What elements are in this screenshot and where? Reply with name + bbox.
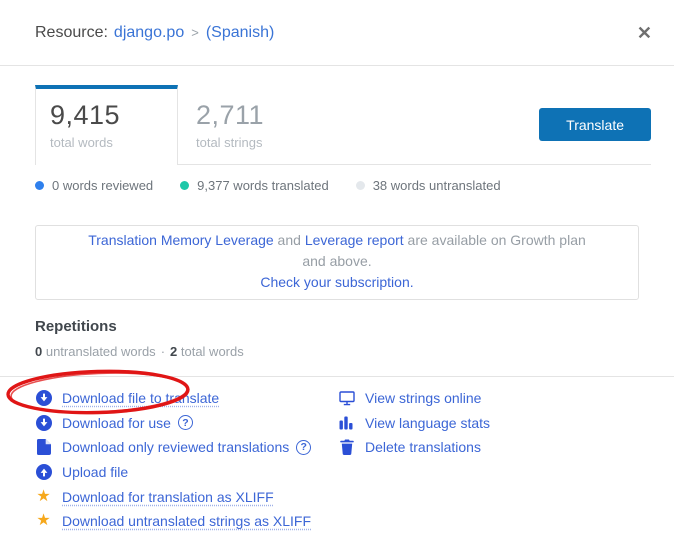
tm-leverage-link[interactable]: Translation Memory Leverage <box>88 232 273 248</box>
stats-tab-row: 9,415 total words 2,711 total strings Tr… <box>35 85 651 165</box>
total-strings-value: 2,711 <box>196 100 321 131</box>
leverage-report-link[interactable]: Leverage report <box>305 232 404 248</box>
help-tooltip-icon[interactable]: ? <box>296 440 311 455</box>
action-label: Upload file <box>62 464 128 480</box>
resource-modal: Resource: django.po > (Spanish) ✕ 9,415 … <box>0 0 674 536</box>
trash-icon <box>338 439 355 455</box>
upload-file-link[interactable]: Upload file <box>35 460 338 485</box>
actions-right-column: View strings online View language stats … <box>338 386 490 536</box>
action-label: Delete translations <box>365 439 481 455</box>
legend-reviewed-label: 0 words reviewed <box>52 178 153 193</box>
tab-total-words[interactable]: 9,415 total words <box>35 85 178 165</box>
download-circle-icon <box>35 415 52 431</box>
monitor-icon <box>338 390 355 406</box>
modal-header: Resource: django.po > (Spanish) ✕ <box>0 0 674 66</box>
untranslated-words-label: untranslated words <box>42 344 155 359</box>
download-for-use-link[interactable]: Download for use ? <box>35 411 338 436</box>
legend-translated-label: 9,377 words translated <box>197 178 329 193</box>
upload-circle-icon <box>35 464 52 480</box>
check-subscription-link[interactable]: Check your subscription. <box>260 274 413 290</box>
total-strings-label: total strings <box>196 135 321 150</box>
translate-button[interactable]: Translate <box>539 108 651 141</box>
download-file-to-translate-link[interactable]: Download file to translate <box>35 386 338 411</box>
file-icon <box>35 439 52 455</box>
action-label: View language stats <box>365 415 490 431</box>
breadcrumb-chevron-icon: > <box>191 25 199 40</box>
actions-area: Download file to translate Download for … <box>0 377 674 536</box>
reviewed-dot-icon <box>35 181 44 190</box>
close-icon[interactable]: ✕ <box>637 24 652 42</box>
view-strings-online-link[interactable]: View strings online <box>338 386 490 411</box>
resource-name-link[interactable]: django.po <box>114 24 184 42</box>
notice-text: and <box>274 232 305 248</box>
delete-translations-link[interactable]: Delete translations <box>338 435 490 460</box>
stats-legend: 0 words reviewed 9,377 words translated … <box>35 178 674 193</box>
total-words-stat-label: total words <box>177 344 243 359</box>
action-label: Download for use <box>62 415 171 431</box>
bar-chart-icon <box>338 415 355 430</box>
repetitions-heading: Repetitions <box>35 318 639 335</box>
legend-untranslated-label: 38 words untranslated <box>373 178 501 193</box>
actions-left-column: Download file to translate Download for … <box>35 386 338 536</box>
action-label: Download file to translate <box>62 390 219 406</box>
resource-title-prefix: Resource: <box>35 24 108 42</box>
repetitions-stats: 0 untranslated words·2 total words <box>35 344 639 359</box>
language-link[interactable]: (Spanish) <box>206 24 274 42</box>
action-label: Download untranslated strings as XLIFF <box>62 513 311 529</box>
view-language-stats-link[interactable]: View language stats <box>338 411 490 436</box>
legend-reviewed: 0 words reviewed <box>35 178 153 193</box>
legend-translated: 9,377 words translated <box>180 178 329 193</box>
star-icon: ★ <box>35 513 52 529</box>
action-label: Download only reviewed translations <box>62 439 289 455</box>
repetitions-section: Repetitions 0 untranslated words·2 total… <box>35 318 639 359</box>
translated-dot-icon <box>180 181 189 190</box>
action-label: View strings online <box>365 390 481 406</box>
legend-untranslated: 38 words untranslated <box>356 178 501 193</box>
tab-total-strings[interactable]: 2,711 total strings <box>178 85 321 164</box>
download-translation-xliff-link[interactable]: ★ Download for translation as XLIFF <box>35 484 338 509</box>
plan-notice: Translation Memory Leverage and Leverage… <box>35 225 639 300</box>
total-words-value: 9,415 <box>50 100 177 131</box>
untranslated-dot-icon <box>356 181 365 190</box>
star-icon: ★ <box>35 489 52 505</box>
download-only-reviewed-link[interactable]: Download only reviewed translations ? <box>35 435 338 460</box>
help-tooltip-icon[interactable]: ? <box>178 415 193 430</box>
download-untranslated-xliff-link[interactable]: ★ Download untranslated strings as XLIFF <box>35 509 338 534</box>
total-words-label: total words <box>50 135 177 150</box>
download-circle-icon <box>35 390 52 406</box>
action-label: Download for translation as XLIFF <box>62 489 274 505</box>
stats-separator: · <box>161 344 165 359</box>
